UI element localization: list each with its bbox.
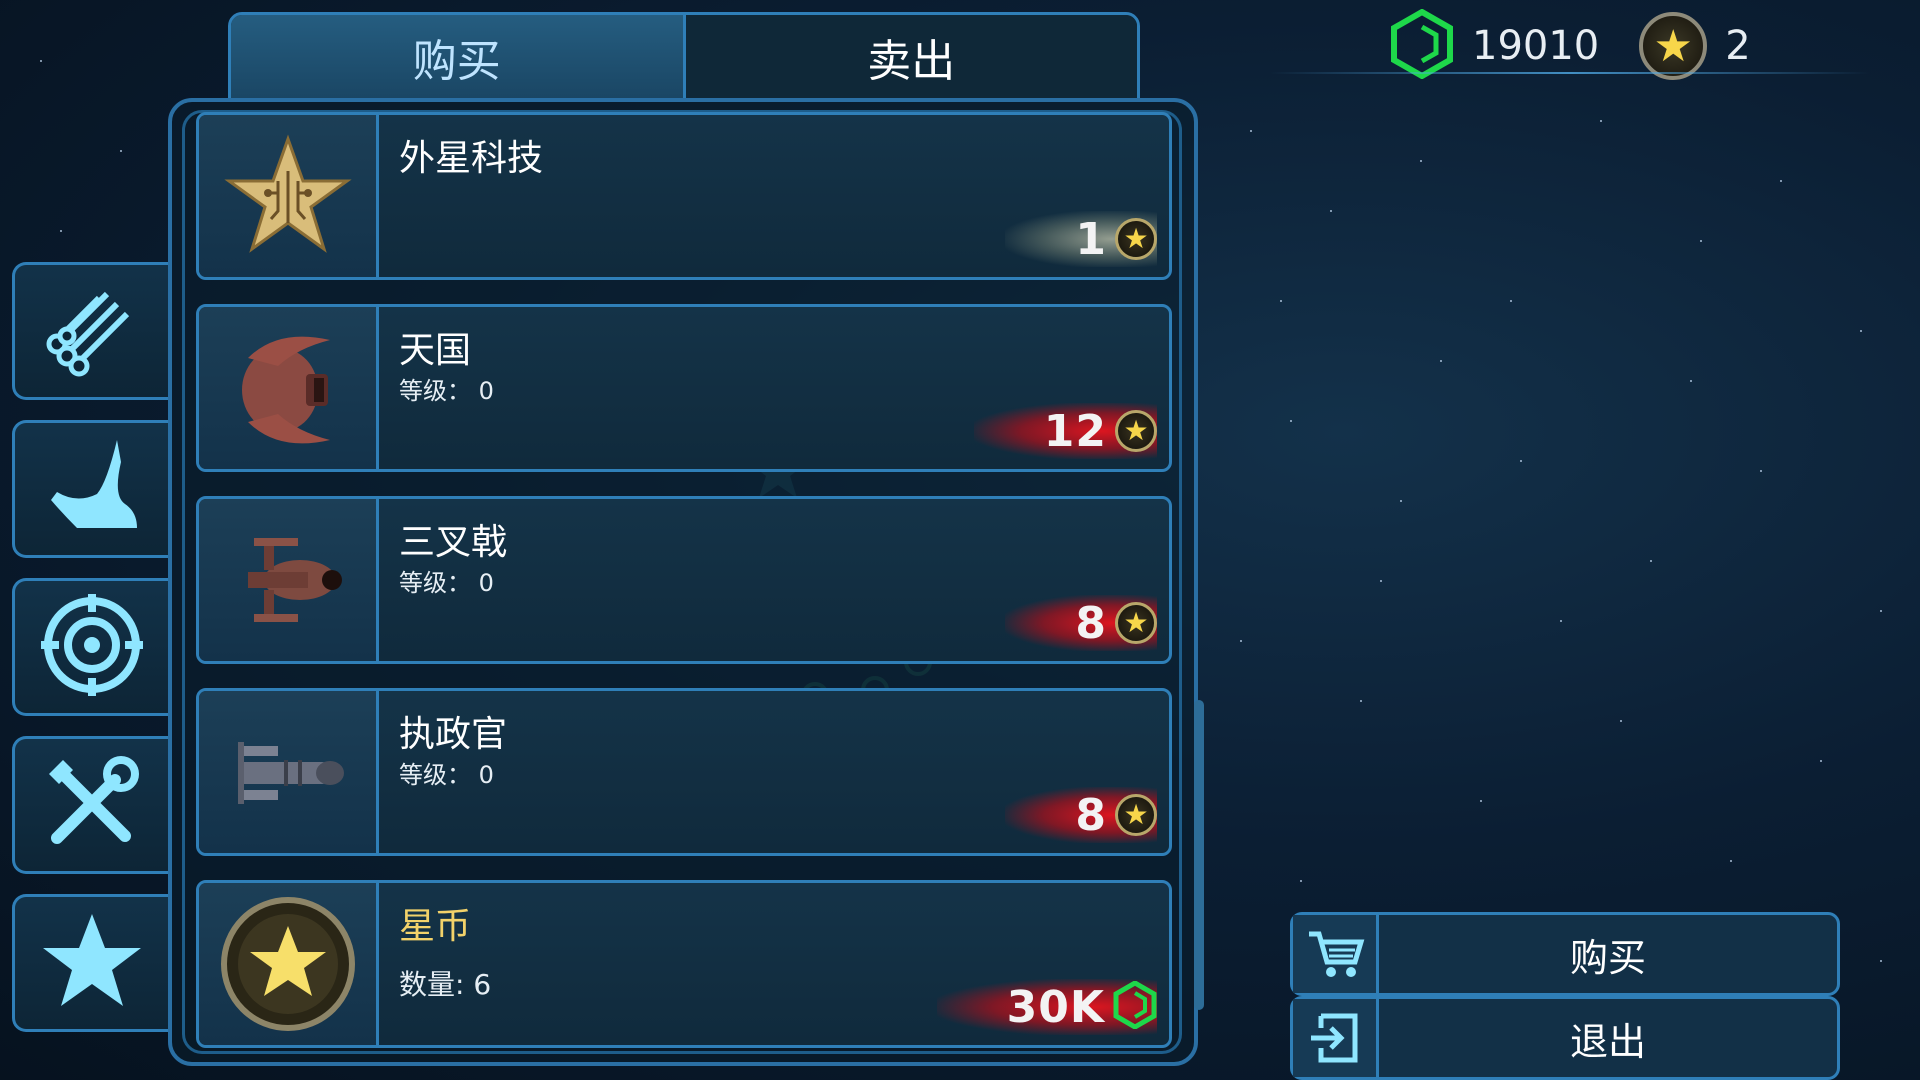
star-icon	[37, 906, 147, 1020]
star-balance: 2	[1725, 23, 1751, 69]
price-value: 8	[1075, 789, 1107, 841]
list-item-heaven-ship[interactable]: 天国 等级： 0 12 ★	[196, 304, 1172, 472]
star-coin-icon: ★	[1115, 794, 1157, 836]
tools-icon	[37, 748, 147, 862]
hook-icon	[37, 432, 147, 546]
shop-tabs: 购买 卖出	[228, 12, 1140, 102]
category-hooks[interactable]	[12, 420, 168, 558]
cube-balance: 19010	[1472, 23, 1600, 69]
star-coin-large-icon	[199, 883, 379, 1045]
price-value: 12	[1043, 405, 1107, 457]
exit-button[interactable]: 退出	[1290, 996, 1840, 1080]
item-price: 12 ★	[973, 403, 1157, 459]
heaven-ship-icon	[199, 307, 379, 469]
list-item-consul-ship[interactable]: 执政官 等级： 0 8 ★	[196, 688, 1172, 856]
price-value: 8	[1075, 597, 1107, 649]
category-targeting[interactable]	[12, 578, 168, 716]
price-value: 1	[1075, 213, 1107, 265]
tab-sell[interactable]: 卖出	[685, 15, 1137, 99]
buy-button-label: 购买	[1569, 935, 1646, 980]
alien-tech-star-icon	[199, 115, 379, 277]
item-name: 天国	[399, 330, 472, 371]
exit-icon	[1293, 999, 1379, 1077]
list-scrollbar[interactable]	[1194, 700, 1204, 1010]
category-sidebar	[12, 262, 170, 1052]
category-materials[interactable]	[12, 262, 168, 400]
item-price: 8 ★	[1005, 787, 1157, 843]
star-coin-icon: ★	[1115, 218, 1157, 260]
trident-ship-icon	[199, 499, 379, 661]
category-special[interactable]	[12, 894, 168, 1032]
currency-divider	[1270, 72, 1870, 74]
item-quantity: 数量: 6	[399, 968, 492, 1001]
item-level: 等级： 0	[399, 761, 494, 789]
currency-bar: 19010 ★ 2	[1390, 6, 1751, 86]
cart-icon	[1293, 915, 1379, 993]
list-item-alien-tech[interactable]: 外星科技 1 ★	[196, 112, 1172, 280]
price-value: 30K	[1006, 981, 1105, 1033]
list-item-star-coin[interactable]: 星币 数量: 6 30K	[196, 880, 1172, 1048]
tab-buy[interactable]: 购买	[231, 15, 686, 99]
star-coin-icon: ★	[1639, 12, 1708, 80]
category-tools[interactable]	[12, 736, 168, 874]
star-coin-icon: ★	[1115, 410, 1157, 452]
item-level: 等级： 0	[399, 569, 494, 597]
item-price: 8 ★	[1005, 595, 1157, 651]
target-icon	[37, 590, 147, 704]
item-price: 30K	[936, 979, 1157, 1035]
item-name: 三叉戟	[399, 522, 508, 563]
star-coin-icon: ★	[1115, 602, 1157, 644]
shop-item-list: 外星科技 1 ★ 天国 等级： 0 12 ★ 三叉戟 等级： 0 8 ★ 执政官…	[196, 112, 1172, 1072]
materials-icon	[37, 274, 147, 388]
exit-button-label: 退出	[1569, 1019, 1646, 1064]
buy-button[interactable]: 购买	[1290, 912, 1840, 996]
list-item-trident-ship[interactable]: 三叉戟 等级： 0 8 ★	[196, 496, 1172, 664]
item-name: 外星科技	[399, 138, 544, 179]
item-name: 星币	[399, 906, 472, 947]
item-level: 等级： 0	[399, 377, 494, 405]
item-price: 1 ★	[1005, 211, 1157, 267]
consul-ship-icon	[199, 691, 379, 853]
item-name: 执政官	[399, 714, 508, 755]
green-cube-icon	[1113, 980, 1157, 1033]
